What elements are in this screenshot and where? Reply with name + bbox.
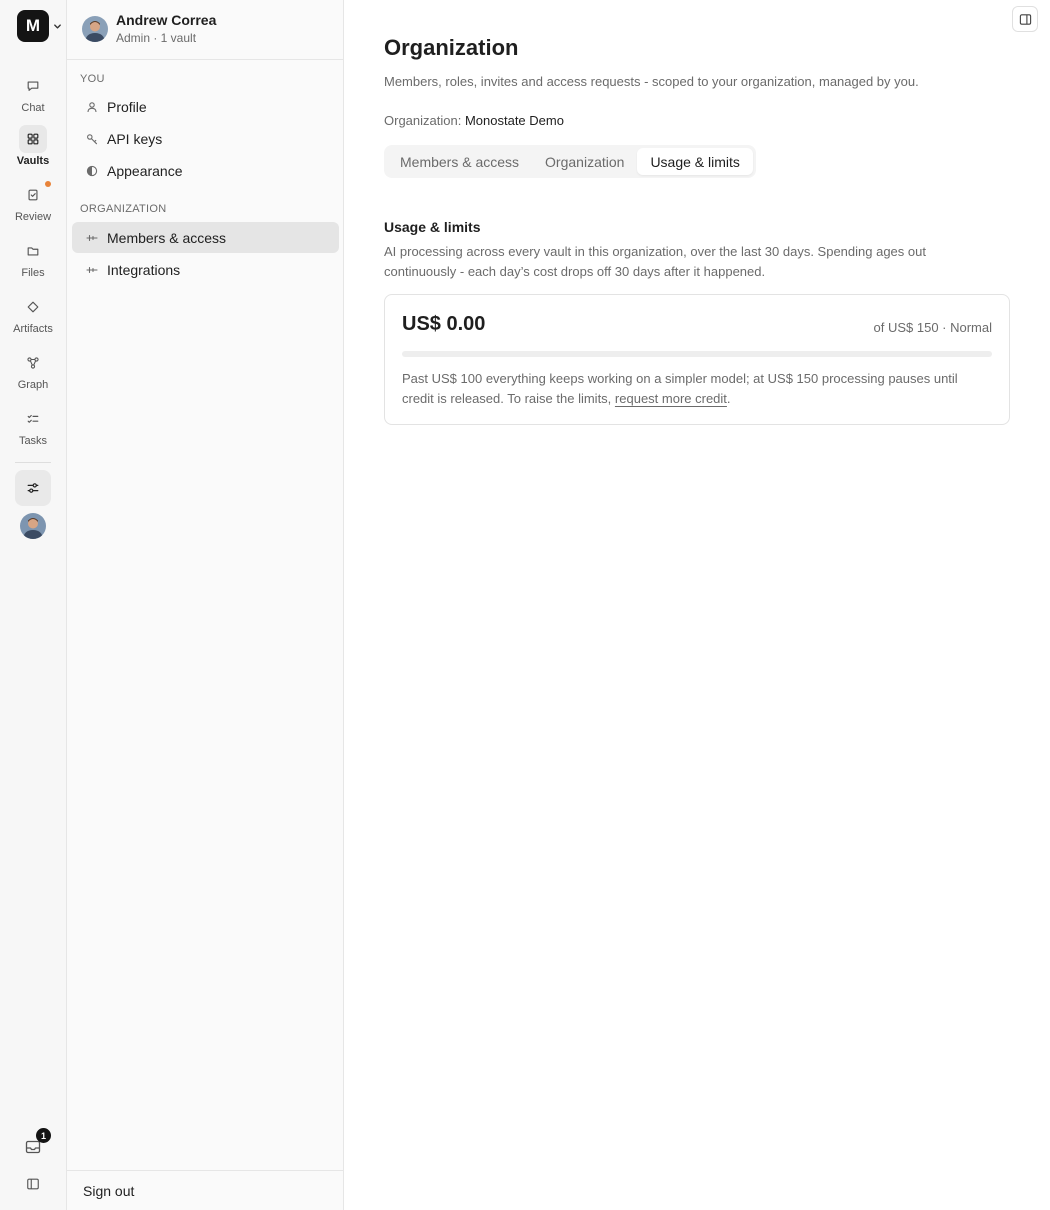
usage-note: Past US$ 100 everything keeps working on… bbox=[402, 369, 992, 409]
sidebar-item-integrations[interactable]: Integrations bbox=[72, 254, 339, 285]
review-icon bbox=[19, 181, 47, 209]
app-rail: M Chat Vaults Review Files Artifacts Gra… bbox=[0, 0, 67, 1210]
contrast-icon bbox=[86, 165, 98, 177]
sidebar-item-label: Integrations bbox=[107, 261, 181, 278]
rail-item-chat[interactable]: Chat bbox=[0, 72, 66, 124]
organization-prefix: Organization: bbox=[384, 113, 462, 128]
members-icon bbox=[86, 232, 98, 244]
usage-limit: of US$ 150 · Normal bbox=[873, 320, 993, 335]
user-name: Andrew Correa bbox=[116, 12, 217, 28]
rail-item-label: Vaults bbox=[16, 155, 50, 167]
tab-usage-limits[interactable]: Usage & limits bbox=[637, 148, 753, 175]
rail-item-label: Review bbox=[14, 211, 52, 223]
usage-card: US$ 0.00 of US$ 150 · Normal Past US$ 10… bbox=[384, 294, 1010, 425]
rail-item-artifacts[interactable]: Artifacts bbox=[0, 293, 66, 345]
avatar bbox=[82, 16, 108, 42]
person-icon bbox=[86, 101, 98, 113]
rail-item-graph[interactable]: Graph bbox=[0, 349, 66, 401]
settings-tabs: Members & access Organization Usage & li… bbox=[384, 145, 756, 178]
sidebar-item-members-access[interactable]: Members & access bbox=[72, 222, 339, 253]
user-card[interactable]: Andrew Correa Admin · 1 vault bbox=[67, 0, 343, 60]
vaults-icon bbox=[19, 125, 47, 153]
key-icon bbox=[86, 133, 98, 145]
user-avatar-image bbox=[20, 513, 46, 539]
rail-item-label: Chat bbox=[21, 102, 45, 114]
panel-toggle-button[interactable] bbox=[1012, 6, 1038, 32]
sidebar-item-appearance[interactable]: Appearance bbox=[72, 155, 339, 186]
usage-section-title: Usage & limits bbox=[384, 219, 481, 235]
integrations-icon bbox=[86, 264, 98, 276]
tasks-icon bbox=[19, 405, 47, 433]
side-panel-icon bbox=[1019, 13, 1031, 25]
settings-button[interactable] bbox=[15, 470, 51, 506]
diamond-icon bbox=[19, 293, 47, 321]
rail-item-tasks[interactable]: Tasks bbox=[0, 405, 66, 457]
tab-organization[interactable]: Organization bbox=[532, 148, 637, 175]
rail-item-label: Graph bbox=[17, 379, 49, 391]
user-avatar-image bbox=[82, 16, 108, 42]
sidebar-item-label: Members & access bbox=[107, 229, 227, 246]
sidebar-item-profile[interactable]: Profile bbox=[72, 91, 339, 122]
request-credit-link[interactable]: request more credit bbox=[615, 391, 727, 406]
sidebar-item-label: Profile bbox=[107, 98, 147, 115]
tab-members-access[interactable]: Members & access bbox=[387, 148, 532, 175]
sidebar-footer: Sign out bbox=[67, 1170, 343, 1210]
workspace-logo: M bbox=[17, 10, 49, 42]
rail-item-label: Tasks bbox=[18, 435, 48, 447]
chat-icon bbox=[19, 72, 47, 100]
page-subtitle: Members, roles, invites and access reque… bbox=[384, 74, 919, 89]
folder-icon bbox=[19, 237, 47, 265]
sliders-icon bbox=[27, 483, 39, 493]
sidebar-item-api-keys[interactable]: API keys bbox=[72, 123, 339, 154]
workspace-switcher[interactable]: M bbox=[17, 10, 62, 42]
user-role-meta: Admin · 1 vault bbox=[116, 31, 197, 45]
organization-name: Monostate Demo bbox=[464, 113, 564, 128]
organization-line: Organization: Monostate Demo bbox=[384, 113, 564, 128]
main-content: Organization Members, roles, invites and… bbox=[344, 0, 1050, 1210]
rail-item-label: Artifacts bbox=[13, 323, 53, 335]
sidebar-item-label: API keys bbox=[107, 130, 163, 147]
rail-item-files[interactable]: Files bbox=[0, 237, 66, 289]
section-label-organization: ORGANIZATION bbox=[80, 203, 167, 215]
rail-item-vaults[interactable]: Vaults bbox=[0, 125, 66, 177]
graph-icon bbox=[19, 349, 47, 377]
inbox-badge: 1 bbox=[36, 1128, 51, 1143]
avatar[interactable] bbox=[20, 513, 46, 539]
sidebar-item-label: Appearance bbox=[107, 162, 183, 179]
rail-divider bbox=[15, 462, 51, 463]
usage-note-suffix: . bbox=[726, 391, 731, 406]
section-label-you: YOU bbox=[80, 73, 105, 85]
sidebar-collapse-icon[interactable] bbox=[26, 1177, 40, 1191]
notification-dot bbox=[45, 181, 51, 187]
page-title: Organization bbox=[384, 35, 519, 60]
rail-item-review[interactable]: Review bbox=[0, 181, 66, 233]
usage-amount: US$ 0.00 bbox=[402, 313, 486, 335]
usage-progress-bar bbox=[402, 351, 992, 357]
usage-section-description: AI processing across every vault in this… bbox=[384, 244, 926, 279]
settings-sidebar: Andrew Correa Admin · 1 vault YOU Profil… bbox=[67, 0, 344, 1210]
chevron-down-icon bbox=[54, 23, 61, 29]
sign-out-button[interactable]: Sign out bbox=[83, 1183, 134, 1199]
rail-item-label: Files bbox=[21, 267, 45, 279]
